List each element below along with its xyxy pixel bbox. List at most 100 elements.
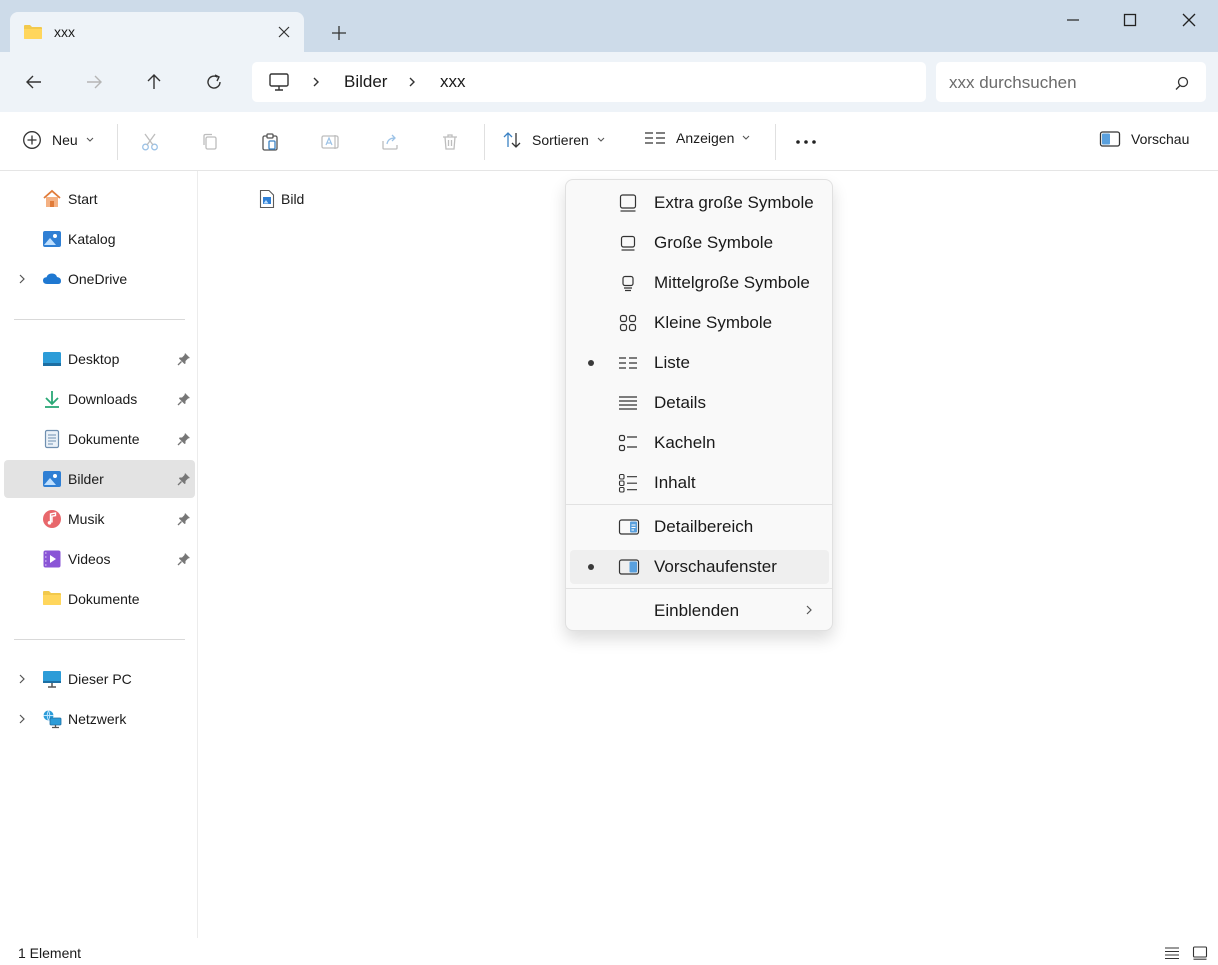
- chevron-right-icon[interactable]: [17, 673, 27, 685]
- large-icons-view-icon[interactable]: [1192, 946, 1208, 960]
- up-arrow-icon[interactable]: [144, 72, 164, 92]
- separator: [484, 124, 485, 160]
- medium-icons-icon: [618, 273, 638, 293]
- folder-icon: [42, 589, 62, 609]
- details-view-icon[interactable]: [1164, 946, 1180, 960]
- menu-item-extra-large-icons[interactable]: Extra große Symbole: [570, 186, 829, 220]
- sidebar-divider: [14, 319, 185, 320]
- chevron-right-icon: [804, 604, 814, 616]
- sidebar-item-downloads[interactable]: Downloads: [4, 380, 195, 418]
- small-icons-icon: [618, 313, 638, 333]
- sidebar-item-musik[interactable]: Musik: [4, 500, 195, 538]
- extra-large-icons-icon: [618, 193, 638, 213]
- search-icon[interactable]: [1174, 75, 1190, 91]
- list-item[interactable]: Bild: [259, 189, 304, 209]
- menu-separator: [566, 588, 832, 589]
- sidebar-item-label: Netzwerk: [68, 711, 127, 727]
- sidebar-item-label: Dokumente: [68, 431, 140, 447]
- computer-icon[interactable]: [268, 72, 290, 92]
- copy-icon[interactable]: [200, 132, 220, 152]
- gallery-icon: [42, 229, 62, 249]
- chevron-right-icon[interactable]: [406, 76, 418, 88]
- menu-item-label: Detailbereich: [654, 517, 754, 536]
- sort-label: Sortieren: [532, 132, 589, 148]
- sidebar-item-videos[interactable]: Videos: [4, 540, 195, 578]
- pin-icon[interactable]: [177, 392, 191, 406]
- image-file-icon: [259, 189, 275, 209]
- preview-pane-icon: [618, 557, 640, 577]
- item-count: 1 Element: [18, 945, 82, 961]
- sidebar-item-start[interactable]: Start: [4, 180, 195, 218]
- search-input[interactable]: xxx durchsuchen: [936, 62, 1206, 102]
- sidebar-item-dieser-pc[interactable]: Dieser PC: [4, 660, 195, 698]
- refresh-icon[interactable]: [204, 72, 224, 92]
- menu-item-preview-pane[interactable]: Vorschaufenster: [570, 550, 829, 584]
- menu-item-label: Details: [654, 393, 706, 412]
- pin-icon[interactable]: [177, 472, 191, 486]
- menu-item-small-icons[interactable]: Kleine Symbole: [570, 306, 829, 340]
- menu-item-show[interactable]: Einblenden: [570, 594, 829, 628]
- paste-icon[interactable]: [260, 132, 280, 152]
- menu-item-label: Vorschaufenster: [654, 557, 777, 576]
- share-icon[interactable]: [380, 132, 400, 152]
- sidebar-item-desktop[interactable]: Desktop: [4, 340, 195, 378]
- preview-button[interactable]: Vorschau: [1099, 130, 1189, 148]
- sort-button[interactable]: Sortieren: [502, 130, 605, 150]
- sidebar-item-label: Musik: [68, 511, 105, 527]
- chevron-right-icon[interactable]: [17, 273, 27, 285]
- more-icon[interactable]: [795, 132, 816, 152]
- chevron-right-icon[interactable]: [17, 713, 27, 725]
- close-window-icon[interactable]: [1181, 12, 1197, 28]
- breadcrumb-bilder[interactable]: Bilder: [344, 72, 387, 92]
- separator: [775, 124, 776, 160]
- sidebar-item-label: Desktop: [68, 351, 120, 367]
- menu-item-content[interactable]: Inhalt: [570, 466, 829, 500]
- menu-item-tiles[interactable]: Kacheln: [570, 426, 829, 460]
- forward-arrow-icon[interactable]: [84, 72, 104, 92]
- tab-xxx[interactable]: xxx: [10, 12, 304, 52]
- new-tab-icon[interactable]: [330, 24, 348, 42]
- sidebar-item-dokumente-folder[interactable]: Dokumente: [4, 580, 195, 618]
- breadcrumb-xxx[interactable]: xxx: [440, 72, 466, 92]
- close-tab-icon[interactable]: [276, 24, 292, 40]
- command-bar: Neu Sortieren Anzeigen Vorschau: [0, 112, 1218, 171]
- cut-icon[interactable]: [140, 132, 160, 152]
- navigation-pane: Start Katalog OneDrive Desktop Downloads: [0, 171, 198, 938]
- menu-item-label: Mittelgroße Symbole: [654, 273, 810, 292]
- chevron-down-icon: [597, 137, 605, 143]
- sidebar-item-onedrive[interactable]: OneDrive: [4, 260, 195, 298]
- menu-item-details[interactable]: Details: [570, 386, 829, 420]
- new-button[interactable]: Neu: [22, 130, 94, 150]
- chevron-right-icon[interactable]: [310, 76, 322, 88]
- maximize-icon[interactable]: [1122, 12, 1138, 28]
- pin-icon[interactable]: [177, 512, 191, 526]
- pin-icon[interactable]: [177, 352, 191, 366]
- separator: [117, 124, 118, 160]
- pin-icon[interactable]: [177, 552, 191, 566]
- tab-title: xxx: [54, 24, 75, 40]
- sidebar-item-katalog[interactable]: Katalog: [4, 220, 195, 258]
- sidebar-item-bilder[interactable]: Bilder: [4, 460, 195, 498]
- minimize-icon[interactable]: [1065, 12, 1081, 28]
- music-icon: [42, 509, 62, 529]
- delete-icon[interactable]: [440, 132, 460, 152]
- large-icons-icon: [618, 233, 638, 253]
- menu-item-label: Inhalt: [654, 473, 696, 492]
- menu-item-list[interactable]: Liste: [570, 346, 829, 380]
- back-arrow-icon[interactable]: [24, 72, 44, 92]
- sidebar-item-dokumente[interactable]: Dokumente: [4, 420, 195, 458]
- file-name: Bild: [281, 191, 305, 207]
- sidebar-item-netzwerk[interactable]: Netzwerk: [4, 700, 195, 738]
- menu-item-label: Kleine Symbole: [654, 313, 773, 332]
- rename-icon[interactable]: [320, 132, 340, 152]
- video-icon: [42, 549, 62, 569]
- network-icon: [42, 709, 62, 729]
- menu-item-large-icons[interactable]: Große Symbole: [570, 226, 829, 260]
- address-bar[interactable]: Bilder xxx: [252, 62, 926, 102]
- pin-icon[interactable]: [177, 432, 191, 446]
- tiles-icon: [618, 433, 638, 453]
- view-button[interactable]: Anzeigen: [644, 130, 750, 146]
- menu-item-details-pane[interactable]: Detailbereich: [570, 510, 829, 544]
- sort-icon: [502, 130, 522, 150]
- menu-item-medium-icons[interactable]: Mittelgroße Symbole: [570, 266, 829, 300]
